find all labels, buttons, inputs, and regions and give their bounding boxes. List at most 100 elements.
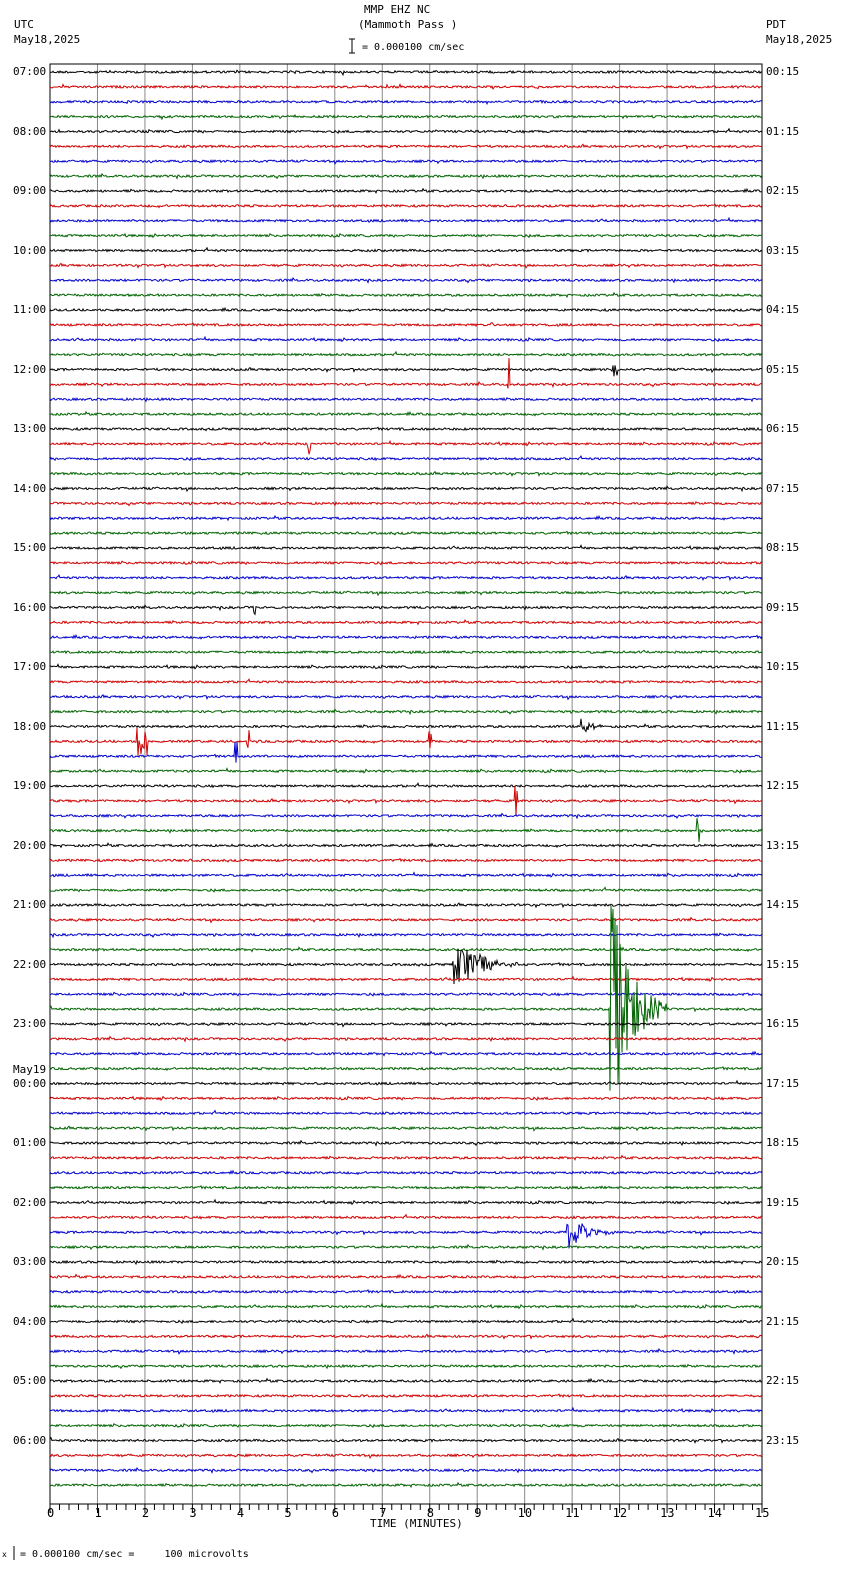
trace-line bbox=[49, 812, 763, 820]
trace-line bbox=[50, 69, 763, 77]
utc-hour-label: 12:00 bbox=[13, 362, 47, 376]
x-tick-label: 5 bbox=[284, 1506, 292, 1520]
trace-line bbox=[49, 946, 763, 953]
utc-hour-label: 03:00 bbox=[13, 1255, 47, 1268]
trace-line bbox=[49, 741, 762, 763]
trace-line bbox=[49, 357, 763, 389]
trace-line bbox=[49, 143, 763, 150]
trace-line bbox=[49, 1169, 763, 1176]
trace-line bbox=[49, 1050, 763, 1057]
trace-line bbox=[49, 1466, 762, 1474]
trace-line bbox=[49, 1021, 762, 1028]
trace-line bbox=[49, 886, 763, 893]
trace-line bbox=[49, 291, 763, 299]
trace-line bbox=[49, 590, 763, 597]
pdt-hour-label: 01:15 bbox=[766, 124, 800, 138]
trace-line bbox=[49, 1079, 763, 1086]
trace-line bbox=[49, 1377, 763, 1384]
trace-line bbox=[49, 560, 763, 566]
trace-line bbox=[49, 276, 763, 284]
trace-line bbox=[49, 905, 763, 1091]
x-tick-label: 3 bbox=[189, 1506, 197, 1520]
trace-line bbox=[49, 718, 763, 733]
trace-line bbox=[49, 1406, 763, 1414]
trace-line bbox=[49, 767, 763, 774]
trace-line bbox=[50, 1213, 763, 1220]
utc-hour-label: 16:00 bbox=[13, 600, 47, 614]
trace-line bbox=[49, 618, 763, 626]
utc-hour-label: 21:00 bbox=[13, 898, 47, 911]
trace-line bbox=[49, 159, 763, 165]
utc-hour-label: 10:00 bbox=[13, 243, 47, 257]
trace-line bbox=[49, 857, 763, 863]
x-tick-label: 0 bbox=[47, 1506, 55, 1520]
trace-line bbox=[49, 785, 763, 817]
pdt-hour-label: 05:15 bbox=[766, 362, 800, 376]
pdt-hour-label: 20:15 bbox=[766, 1255, 800, 1268]
trace-line bbox=[49, 335, 763, 343]
trace-line bbox=[49, 1453, 763, 1460]
pdt-hour-label: 19:15 bbox=[766, 1195, 800, 1209]
x-tick-label: 10 bbox=[517, 1506, 533, 1520]
trace-line bbox=[49, 782, 763, 789]
trace-line bbox=[49, 1333, 763, 1340]
pdt-hour-label: 10:15 bbox=[766, 660, 800, 673]
pdt-hour-label: 13:15 bbox=[766, 838, 800, 852]
utc-hour-label: 15:00 bbox=[13, 541, 47, 554]
trace-line bbox=[49, 203, 763, 209]
x-tick-label: 12 bbox=[612, 1506, 628, 1520]
pdt-hour-label: 18:15 bbox=[766, 1136, 800, 1149]
trace-line bbox=[49, 83, 763, 90]
trace-line bbox=[49, 306, 763, 313]
utc-hour-label: 23:00 bbox=[13, 1017, 47, 1030]
plot-area bbox=[13, 38, 763, 1560]
trace-line bbox=[49, 1363, 763, 1370]
pdt-hour-label: 08:15 bbox=[766, 541, 800, 554]
trace-line bbox=[49, 530, 763, 536]
trace-line bbox=[49, 500, 763, 507]
trace-line bbox=[49, 454, 763, 462]
x-tick-label: 13 bbox=[660, 1506, 675, 1520]
trace-line bbox=[49, 975, 763, 982]
pdt-hour-label: 15:15 bbox=[766, 957, 800, 971]
trace-line bbox=[49, 1289, 763, 1295]
pdt-hour-label: 23:15 bbox=[766, 1433, 800, 1447]
pdt-hour-label: 04:15 bbox=[766, 303, 800, 316]
pdt-hour-label: 14:15 bbox=[766, 898, 800, 911]
trace-line bbox=[49, 1185, 763, 1190]
trace-line bbox=[49, 1302, 763, 1310]
trace-line bbox=[49, 1125, 762, 1132]
trace-line bbox=[49, 99, 763, 106]
utc-hour-label: 05:00 bbox=[13, 1374, 47, 1387]
utc-hour-label: 22:00 bbox=[13, 957, 47, 971]
trace-line bbox=[49, 1198, 763, 1206]
trace-line bbox=[49, 1259, 763, 1266]
date-change-label: May19 bbox=[13, 1062, 47, 1076]
trace-line bbox=[49, 1066, 763, 1072]
utc-hour-label: 00:00 bbox=[13, 1076, 47, 1090]
trace-line bbox=[49, 350, 763, 357]
trace-line bbox=[49, 1154, 763, 1161]
trace-line bbox=[49, 246, 763, 253]
pdt-hour-label: 12:15 bbox=[766, 779, 800, 792]
utc-hour-label: 08:00 bbox=[13, 124, 47, 138]
trace-line bbox=[49, 216, 763, 223]
trace-line bbox=[49, 1139, 763, 1147]
pdt-hour-label: 06:15 bbox=[766, 422, 800, 435]
trace-line bbox=[49, 708, 763, 716]
x-tick-label: 15 bbox=[755, 1506, 770, 1520]
trace-line bbox=[49, 396, 763, 403]
trace-line bbox=[49, 1109, 763, 1116]
trace-line bbox=[49, 678, 763, 684]
utc-hour-label: 11:00 bbox=[13, 303, 47, 316]
pdt-hour-label: 07:15 bbox=[766, 481, 800, 495]
trace-line bbox=[49, 485, 763, 493]
trace-line bbox=[49, 127, 763, 135]
pdt-hour-label: 02:15 bbox=[766, 184, 800, 197]
trace-line bbox=[49, 172, 763, 180]
utc-hour-label: 13:00 bbox=[13, 422, 47, 435]
x-tick-label: 9 bbox=[474, 1506, 482, 1520]
trace-line bbox=[49, 842, 763, 849]
pdt-hour-label: 03:15 bbox=[766, 243, 800, 257]
trace-line bbox=[49, 991, 763, 997]
